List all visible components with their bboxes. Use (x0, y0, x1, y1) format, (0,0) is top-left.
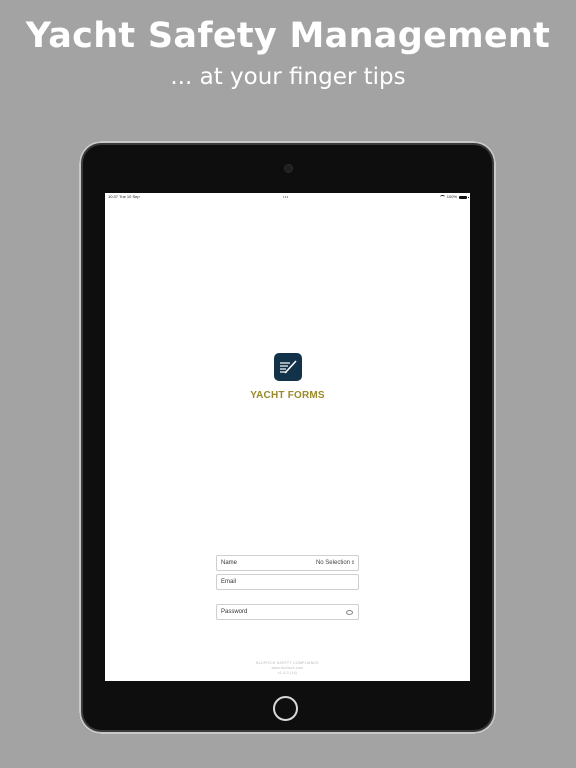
show-password-icon[interactable] (346, 610, 353, 615)
home-button[interactable] (273, 696, 298, 721)
email-placeholder: Email (221, 579, 237, 585)
name-value: No Selection (315, 560, 350, 566)
ipad-frame: 10:37 Tue 10 Sep ••• 100% YACHT FORMS Na… (79, 141, 496, 734)
multitasking-dots[interactable]: ••• (283, 193, 289, 201)
app-brand-name: YACHT FORMS (250, 390, 325, 401)
email-field[interactable]: Email (216, 574, 359, 590)
status-time: 10:37 Tue 10 Sep (108, 194, 140, 199)
footer-version: v1.0.0 (14) (277, 671, 298, 675)
pen-on-lines-icon (280, 360, 297, 374)
chevron-updown-icon: ⇕ (350, 560, 355, 566)
promo-headline: Yacht Safety Management (25, 16, 551, 56)
footer-website[interactable]: www.blufisch.com (105, 666, 470, 670)
front-camera (284, 164, 293, 173)
status-bar: 10:37 Tue 10 Sep ••• 100% (105, 193, 470, 201)
password-field[interactable]: Password (216, 604, 359, 620)
footer-company: BLUFISCH SAFETY COMPLIANCE (256, 661, 319, 665)
app-logo (274, 353, 302, 381)
battery-percent: 100% (446, 194, 457, 199)
password-placeholder: Password (221, 609, 248, 615)
app-screen: 10:37 Tue 10 Sep ••• 100% YACHT FORMS Na… (105, 193, 470, 681)
wifi-icon (439, 195, 445, 199)
name-selector[interactable]: Name No Selection ⇕ (216, 555, 359, 571)
promo-subline: ... at your finger tips (170, 64, 406, 90)
name-label: Name (221, 560, 238, 566)
status-right: 100% (439, 193, 469, 201)
battery-icon (459, 195, 469, 199)
